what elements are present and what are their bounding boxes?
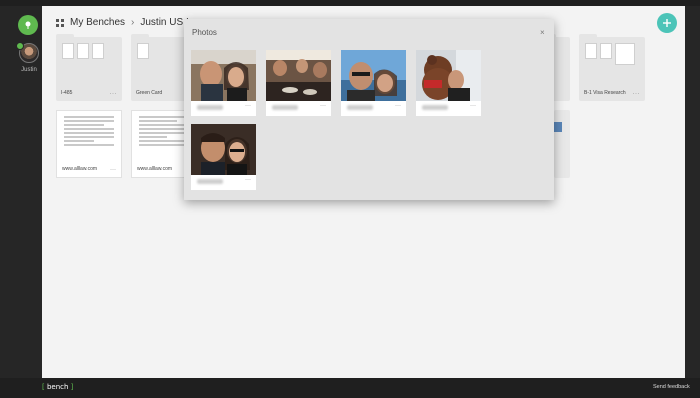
photo-card[interactable]: ··· <box>191 124 256 190</box>
photo-caption <box>422 105 448 110</box>
photo-caption <box>197 179 223 184</box>
more-icon[interactable]: ··· <box>633 91 641 97</box>
user-name: Justin <box>21 67 37 73</box>
document-label: www.alllaw.com <box>62 166 98 172</box>
folder-label: B-1 Visa Research <box>584 90 626 96</box>
photo-image <box>341 50 406 101</box>
plus-icon <box>663 19 671 27</box>
bench-logo[interactable]: [ bench ] <box>42 383 73 391</box>
photo-image <box>191 124 256 175</box>
grid-icon[interactable] <box>56 18 64 27</box>
more-icon[interactable]: ··· <box>470 103 476 109</box>
photos-modal: Photos × ··· ··· ··· ··· ··· <box>184 19 554 200</box>
close-icon[interactable]: × <box>540 29 545 37</box>
folder-tab <box>131 34 149 38</box>
document-card-partial[interactable] <box>554 110 570 178</box>
photo-caption <box>272 105 298 110</box>
more-icon[interactable]: ··· <box>395 103 401 109</box>
photo-image <box>191 50 256 101</box>
photo-image <box>266 50 331 101</box>
more-icon[interactable]: ··· <box>320 103 326 109</box>
footer-bar: [ bench ] Send feedback <box>0 378 700 398</box>
folder-thumbnails <box>585 43 639 69</box>
document-thumbnail <box>554 122 562 132</box>
document-label: www.alllaw.com <box>137 166 173 172</box>
add-item-button[interactable] <box>657 13 677 33</box>
breadcrumb: My Benches › Justin US Imm <box>56 17 205 28</box>
photo-caption <box>347 105 373 110</box>
photo-card[interactable]: ··· <box>416 50 481 116</box>
photo-card[interactable]: ··· <box>266 50 331 116</box>
folder-thumbnails <box>137 43 191 69</box>
breadcrumb-separator: › <box>131 17 135 28</box>
left-rail: Justin <box>0 6 42 378</box>
more-icon[interactable]: ··· <box>245 103 251 109</box>
more-icon[interactable]: ··· <box>110 167 116 173</box>
photo-card[interactable]: ··· <box>191 50 256 116</box>
folder-tab <box>56 34 74 38</box>
modal-title: Photos <box>192 28 217 37</box>
photo-caption <box>197 105 223 110</box>
location-pin-icon <box>25 21 31 29</box>
document-preview <box>60 114 118 166</box>
folder-label: Green Card <box>136 90 163 96</box>
photo-card[interactable]: ··· <box>341 50 406 116</box>
more-icon[interactable]: ··· <box>110 91 118 97</box>
folder-card[interactable]: B-1 Visa Research ··· <box>579 34 645 101</box>
breadcrumb-root[interactable]: My Benches <box>70 17 125 28</box>
add-bench-button[interactable] <box>18 15 38 35</box>
document-card[interactable]: www.alllaw.com ··· <box>56 110 122 178</box>
folder-label: I-485 <box>61 90 73 96</box>
status-badge <box>16 42 24 50</box>
more-icon[interactable]: ··· <box>245 177 251 183</box>
photo-image <box>416 50 481 101</box>
folder-tab <box>579 34 597 38</box>
folder-card[interactable]: I-485 ··· <box>56 34 122 101</box>
send-feedback-link[interactable]: Send feedback <box>653 384 690 390</box>
folder-thumbnails <box>62 43 116 69</box>
